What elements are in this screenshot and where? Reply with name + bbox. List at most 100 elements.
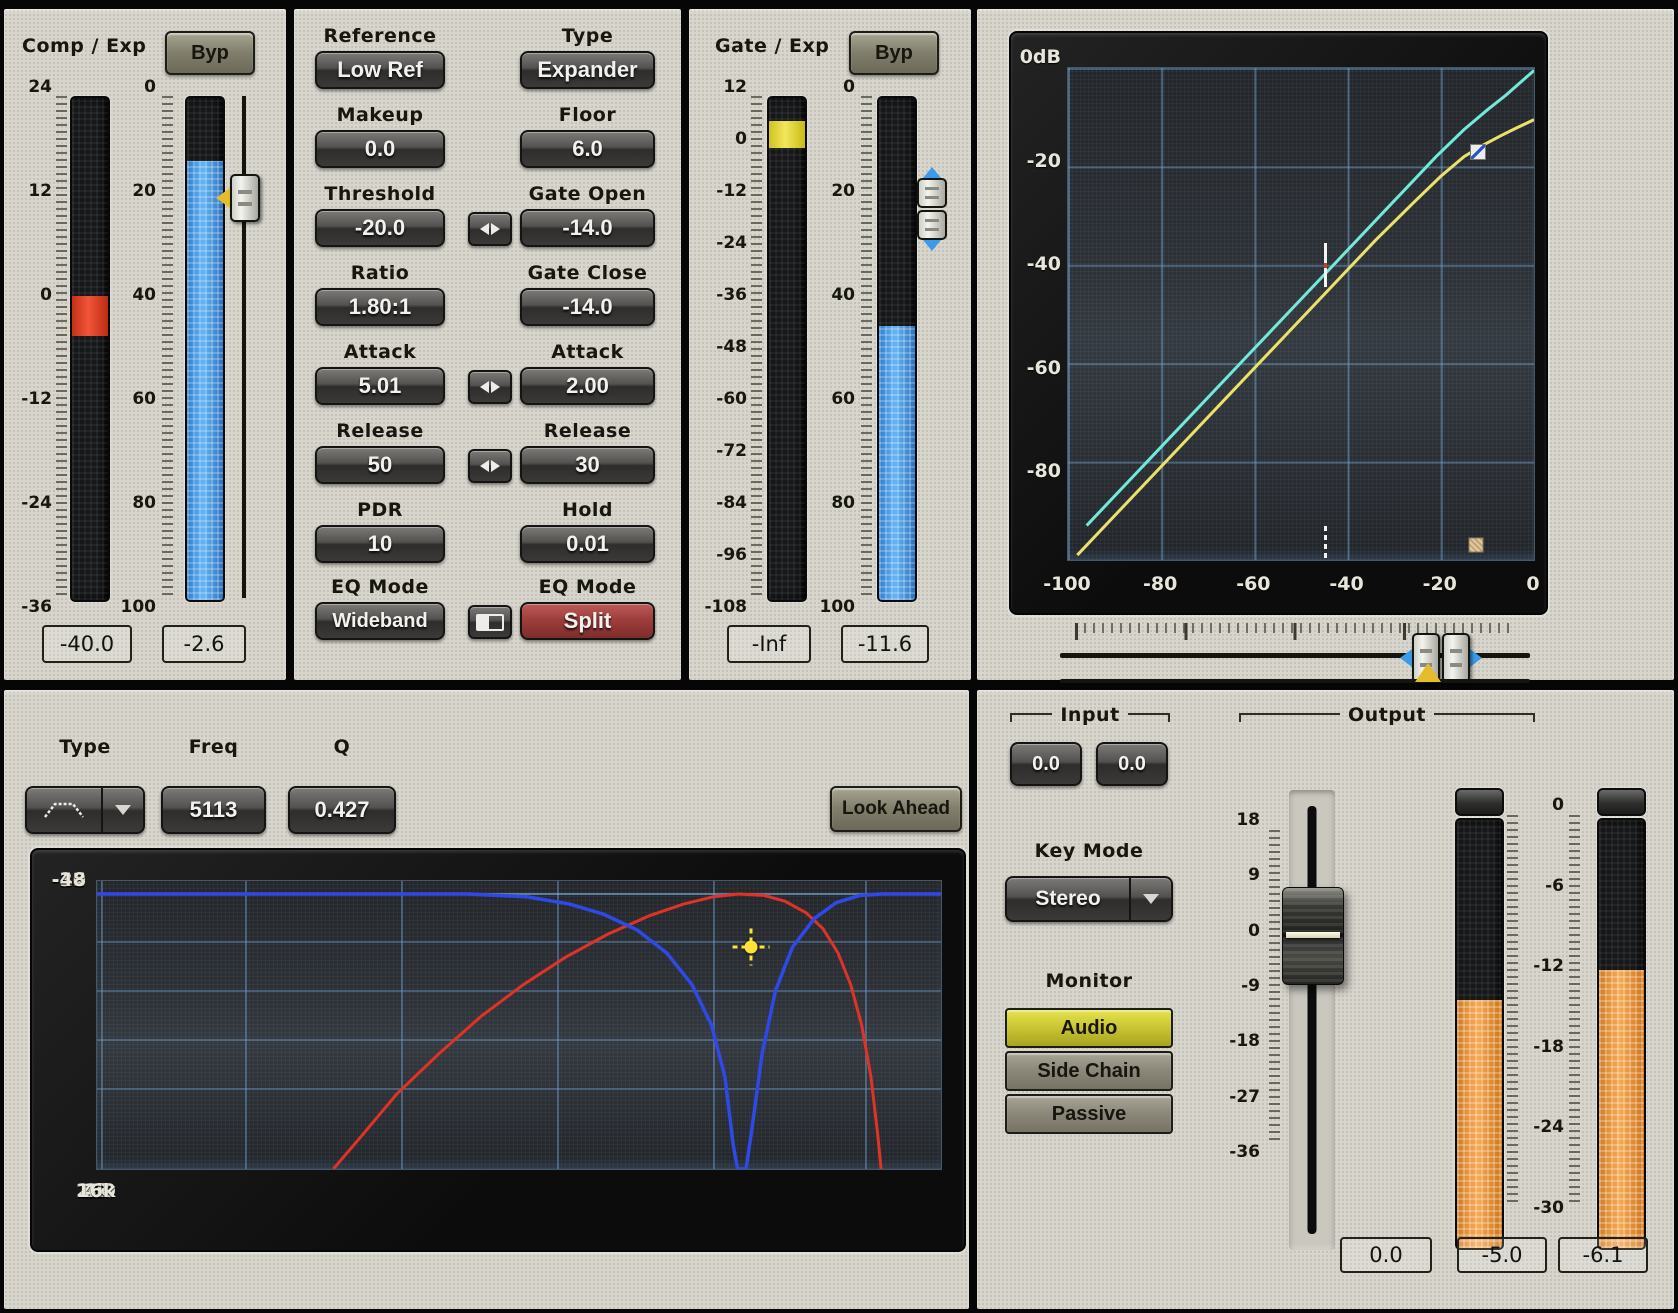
output-fader-knob[interactable] — [1282, 887, 1344, 985]
pdr-label: PDR — [315, 499, 445, 521]
input-left-value[interactable]: 0.0 — [1010, 742, 1082, 786]
filter-q-label: Q — [288, 736, 396, 758]
gate-attack-value[interactable]: 2.00 — [520, 367, 655, 405]
eq-y-axis-labels: 0-12-24-36-48 — [38, 880, 92, 1168]
split-view-button[interactable] — [468, 605, 512, 639]
gate-activity-fill — [879, 326, 915, 600]
gate-handle-up-arrow-icon — [923, 167, 941, 178]
comp-activity-meter — [185, 96, 225, 602]
gate-close-handle[interactable] — [917, 210, 947, 240]
notch-curve — [97, 894, 941, 1169]
gate-open-value[interactable]: -14.0 — [520, 209, 655, 247]
threshold-marker[interactable] — [1324, 243, 1327, 287]
output-right-readout: -6.1 — [1558, 1237, 1648, 1273]
gate-handle-down-arrow-icon — [923, 240, 941, 251]
bandpass-filter-icon — [27, 788, 101, 832]
comp-threshold-triangle-handle[interactable] — [1415, 663, 1441, 682]
transfer-graph-bezel: 0dB-20-40-60-80 -100-80-60-40-200 — [1009, 31, 1548, 615]
pdr-value[interactable]: 10 — [315, 525, 445, 563]
attack-link-button[interactable] — [468, 370, 512, 404]
filter-freq-value[interactable]: 5113 — [161, 786, 266, 834]
filter-type-dropdown[interactable] — [25, 786, 145, 834]
comp-gr-red-segment — [72, 296, 108, 336]
slider-right-arrow-icon — [1470, 649, 1482, 667]
input-right-value[interactable]: 0.0 — [1096, 742, 1168, 786]
release-link-button[interactable] — [468, 449, 512, 483]
threshold-bottom-marker[interactable] — [1324, 526, 1327, 558]
threshold-value[interactable]: -20.0 — [315, 209, 445, 247]
gate-close-value[interactable]: -14.0 — [520, 288, 655, 326]
gate-level-yellow-segment — [769, 121, 805, 149]
band-marker-icon[interactable] — [745, 941, 758, 954]
curve-handle-icon[interactable] — [1470, 144, 1486, 160]
dynamics-controls-panel: Reference Type Low Ref Expander Makeup F… — [294, 9, 681, 680]
makeup-value[interactable]: 0.0 — [315, 130, 445, 168]
gate-thresholds-double-handle[interactable] — [1400, 633, 1482, 683]
comp-activity-fill — [187, 161, 223, 600]
io-panel: Input 0.0 0.0 Key Mode Stereo Monitor Au… — [977, 690, 1674, 1309]
eq-graph-bezel: 0-12-24-36-48 16622501k4k16k — [30, 848, 966, 1252]
link-left-arrow-icon — [480, 381, 489, 393]
monitor-passive-button[interactable]: Passive — [1005, 1094, 1173, 1134]
gate-activity-scale: 020406080100 — [809, 87, 855, 607]
ratio-value[interactable]: 1.80:1 — [315, 288, 445, 326]
output-meter-left-fill — [1457, 1000, 1502, 1248]
threshold-label: Threshold — [315, 183, 445, 205]
makeup-label: Makeup — [315, 104, 445, 126]
output-meter-left — [1455, 818, 1504, 1250]
comp-threshold-readout: -40.0 — [42, 625, 132, 663]
comp-threshold-slider-track[interactable] — [242, 96, 246, 598]
gate-open-handle[interactable] — [917, 178, 947, 208]
link-left-arrow-icon — [480, 223, 489, 235]
output-meter-ticks-right — [1569, 815, 1580, 1205]
reference-button[interactable]: Low Ref — [315, 51, 445, 89]
output-meter-scale: 0-6-12-18-24-30 — [1518, 805, 1564, 1208]
eq-mode-wideband-button[interactable]: Wideband — [315, 602, 445, 640]
gate-activity-meter — [877, 96, 917, 602]
transfer-curves — [1068, 68, 1534, 560]
gate-threshold-double-handle[interactable] — [917, 167, 947, 251]
monitor-label: Monitor — [1010, 970, 1168, 992]
gate-bypass-button[interactable]: Byp — [849, 31, 939, 75]
type-button[interactable]: Expander — [520, 51, 655, 89]
eq-mode-right-label: EQ Mode — [520, 576, 655, 598]
sidechain-eq-panel: Type Freq Q 5113 0.427 Look Ahead — [4, 690, 969, 1309]
comp-threshold-slider-handle[interactable] — [216, 174, 260, 222]
reference-label: Reference — [315, 25, 445, 47]
comp-threshold-slider-track-h[interactable] — [1060, 679, 1530, 683]
gate-transfer-curve — [1077, 120, 1534, 555]
gate-release-value[interactable]: 30 — [520, 446, 655, 484]
comp-bypass-button[interactable]: Byp — [165, 31, 255, 75]
eq-mode-split-button[interactable]: Split — [520, 602, 655, 640]
comp-attack-value[interactable]: 5.01 — [315, 367, 445, 405]
comp-gain-reduction-meter — [70, 96, 110, 602]
look-ahead-button[interactable]: Look Ahead — [830, 786, 962, 832]
comp-gr-ticks — [56, 96, 67, 598]
filter-type-label: Type — [25, 736, 145, 758]
gate-gr-ticks — [751, 96, 762, 598]
link-right-arrow-icon — [491, 460, 500, 472]
gate-attack-label: Attack — [520, 341, 655, 363]
fader-ticks — [1269, 830, 1280, 1142]
filter-q-value[interactable]: 0.427 — [288, 786, 396, 834]
eq-plot — [96, 880, 942, 1170]
monitor-audio-button[interactable]: Audio — [1005, 1008, 1173, 1048]
comp-release-value[interactable]: 50 — [315, 446, 445, 484]
gate-open-label: Gate Open — [520, 183, 655, 205]
threshold-link-button[interactable] — [468, 212, 512, 246]
output-fader-track[interactable] — [1289, 790, 1335, 1250]
key-mode-dropdown[interactable]: Stereo — [1005, 876, 1173, 922]
monitor-side-chain-button[interactable]: Side Chain — [1005, 1051, 1173, 1091]
hold-value[interactable]: 0.01 — [520, 525, 655, 563]
plugin-window: Comp / Exp Byp 24120-12-24-36 0204060801… — [0, 0, 1678, 1313]
output-meter-left-cap — [1455, 788, 1504, 816]
gate-close-slider-handle[interactable] — [1442, 633, 1470, 683]
floor-value[interactable]: 6.0 — [520, 130, 655, 168]
transfer-curve-panel: 0dB-20-40-60-80 -100-80-60-40-200 — [977, 9, 1674, 680]
comp-release-label: Release — [315, 420, 445, 442]
transfer-plot — [1067, 67, 1535, 561]
bandpass-curve — [333, 894, 881, 1169]
output-label: Output — [1340, 704, 1434, 726]
filter-freq-label: Freq — [161, 736, 266, 758]
curve-bottom-handle-icon[interactable] — [1468, 538, 1483, 553]
